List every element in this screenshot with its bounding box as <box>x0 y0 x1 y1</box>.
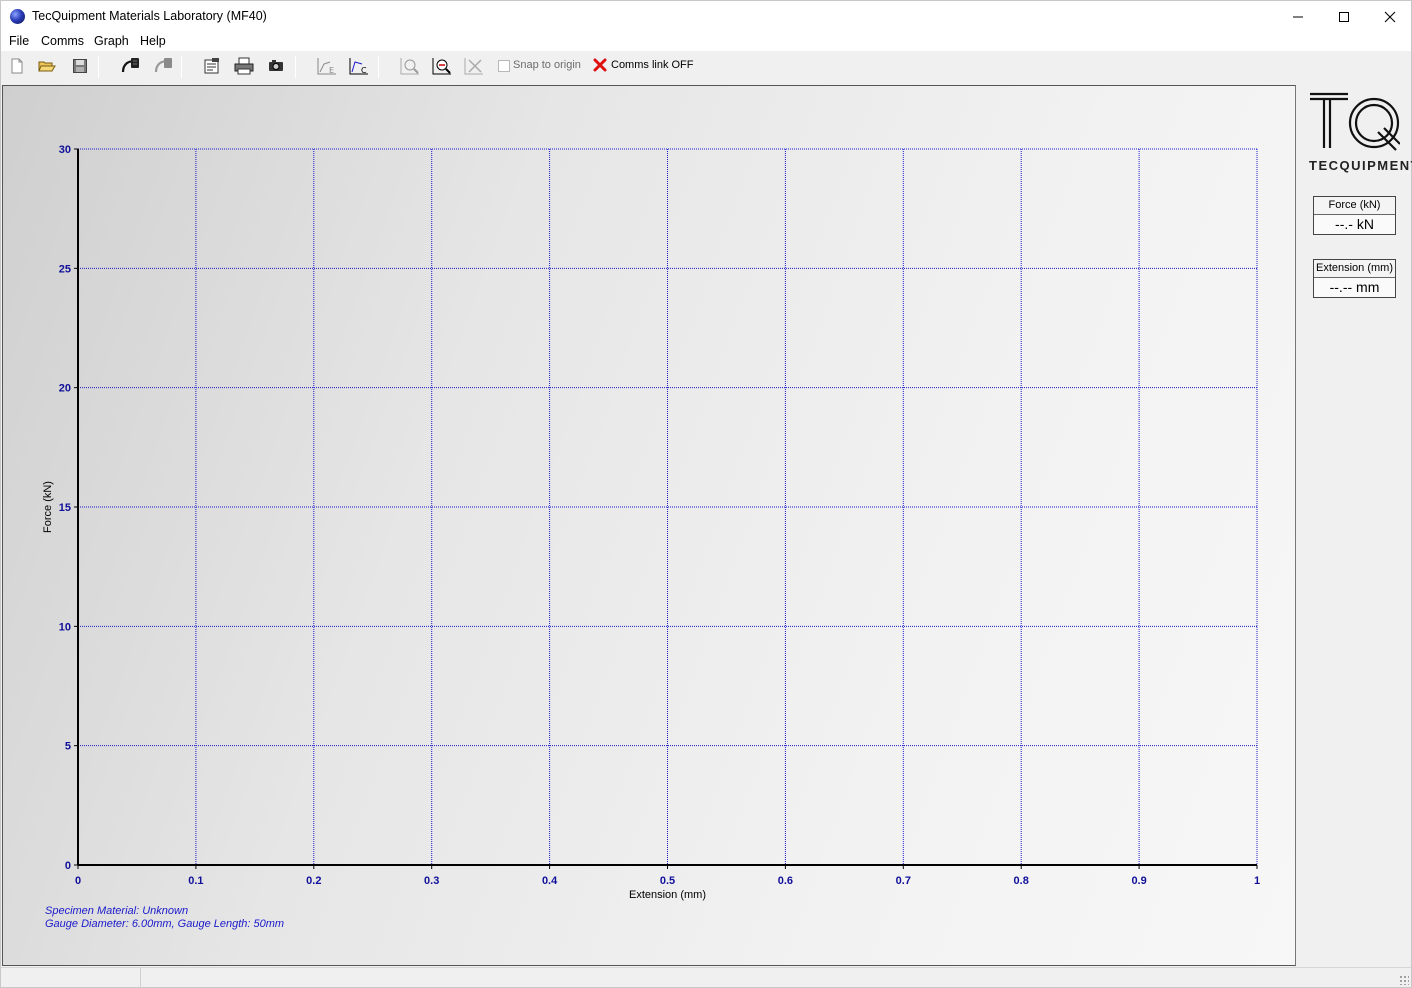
readout-panel: TECQUIPMENT Force (kN) --.- kN Extension… <box>1297 85 1412 966</box>
status-pane <box>1 968 141 988</box>
camera-icon <box>269 60 283 71</box>
y-tick-label: 30 <box>59 144 71 156</box>
print-button[interactable] <box>232 54 256 78</box>
title-bar: TecQuipment Materials Laboratory (MF40) <box>1 1 1411 32</box>
svg-text:C: C <box>361 66 367 75</box>
x-tick-label: 0.2 <box>306 875 321 887</box>
new-file-icon <box>11 58 23 74</box>
comms-off-icon <box>593 58 607 72</box>
maximize-icon <box>1339 11 1349 22</box>
y-tick-label: 15 <box>59 502 71 514</box>
toolbar: E C <box>1 51 1411 81</box>
menu-file[interactable]: File <box>9 34 29 48</box>
comms-link-status[interactable]: Comms link OFF <box>611 59 694 71</box>
app-window: TecQuipment Materials Laboratory (MF40) … <box>0 0 1412 988</box>
x-tick-label: 0.4 <box>542 875 558 887</box>
report-button[interactable] <box>200 54 224 78</box>
zoom-out-icon <box>432 58 451 75</box>
x-tick-label: 0.3 <box>424 875 439 887</box>
snap-to-origin-checkbox[interactable] <box>498 60 510 72</box>
save-icon <box>73 59 87 73</box>
minimize-button[interactable] <box>1275 1 1321 32</box>
snapshot-button[interactable] <box>264 54 288 78</box>
y-tick-label: 0 <box>65 860 71 872</box>
app-globe-icon <box>10 9 25 24</box>
maximize-button[interactable] <box>1321 1 1367 32</box>
open-file-button[interactable] <box>35 54 59 78</box>
y-tick-label: 25 <box>59 263 71 275</box>
status-bar <box>1 967 1411 988</box>
menu-graph[interactable]: Graph <box>94 34 129 48</box>
disconnect-button[interactable] <box>151 54 175 78</box>
extension-readout-label: Extension (mm) <box>1314 260 1395 278</box>
graph-e-icon: E <box>317 58 336 75</box>
y-tick-label: 20 <box>59 383 71 395</box>
resize-grip[interactable] <box>1399 975 1409 985</box>
extension-readout-value: --.-- mm <box>1314 278 1395 297</box>
x-tick-label: 0.7 <box>896 875 911 887</box>
connect-button[interactable] <box>118 54 142 78</box>
x-tick-label: 1 <box>1254 875 1260 887</box>
close-button[interactable] <box>1367 1 1412 32</box>
y-tick-label: 5 <box>65 741 71 753</box>
y-tick-label: 10 <box>59 621 71 633</box>
x-tick-label: 0.8 <box>1014 875 1029 887</box>
graph-c-button[interactable]: C <box>347 54 371 78</box>
specimen-material-text: Specimen Material: Unknown <box>45 905 189 917</box>
x-tick-label: 0.1 <box>188 875 203 887</box>
force-readout-value: --.- kN <box>1314 215 1395 234</box>
clear-graph-button[interactable] <box>462 54 486 78</box>
logo-wordmark: TECQUIPMENT <box>1309 158 1412 173</box>
x-tick-label: 0 <box>75 875 81 887</box>
zoom-out-button[interactable] <box>430 54 454 78</box>
y-axis-title: Force (kN) <box>42 481 54 533</box>
open-folder-icon <box>38 61 56 72</box>
force-readout-label: Force (kN) <box>1314 197 1395 215</box>
graph-panel: 0 0.1 0.2 0.3 0.4 0.5 0.6 0.7 0.8 0.9 1 0 5 10 15 20 25 3… <box>2 85 1296 966</box>
specimen-info: Specimen Material: Unknown Gauge Diamete… <box>45 905 284 931</box>
extension-readout: Extension (mm) --.-- mm <box>1313 259 1396 298</box>
minimize-icon <box>1293 16 1303 17</box>
save-button[interactable] <box>68 54 92 78</box>
disconnect-icon <box>154 58 172 73</box>
window-title: TecQuipment Materials Laboratory (MF40) <box>32 9 267 23</box>
x-axis-title: Extension (mm) <box>629 889 706 901</box>
clear-graph-icon <box>464 58 483 75</box>
x-tick-label: 0.5 <box>660 875 675 887</box>
connect-icon <box>121 58 139 73</box>
new-file-button[interactable] <box>5 54 29 78</box>
menu-help[interactable]: Help <box>140 34 166 48</box>
x-tick-label: 0.6 <box>778 875 793 887</box>
report-icon <box>204 58 219 74</box>
gauge-dimensions-text: Gauge Diameter: 6.00mm, Gauge Length: 50… <box>45 918 285 930</box>
snap-to-origin-label[interactable]: Snap to origin <box>513 59 581 71</box>
menu-comms[interactable]: Comms <box>41 34 84 48</box>
x-tick-label: 0.9 <box>1131 875 1146 887</box>
force-extension-chart: 0 0.1 0.2 0.3 0.4 0.5 0.6 0.7 0.8 0.9 105101520253… <box>42 144 1260 901</box>
menu-bar: File Comms Graph Help <box>1 32 1411 51</box>
zoom-in-button[interactable] <box>398 54 422 78</box>
print-icon <box>234 57 254 75</box>
close-icon <box>1384 11 1396 22</box>
tecquipment-logo <box>1310 92 1400 151</box>
svg-text:E: E <box>329 66 334 75</box>
force-readout: Force (kN) --.- kN <box>1313 196 1396 235</box>
graph-c-icon: C <box>349 58 368 75</box>
graph-e-button[interactable]: E <box>315 54 339 78</box>
zoom-in-icon <box>400 58 419 75</box>
